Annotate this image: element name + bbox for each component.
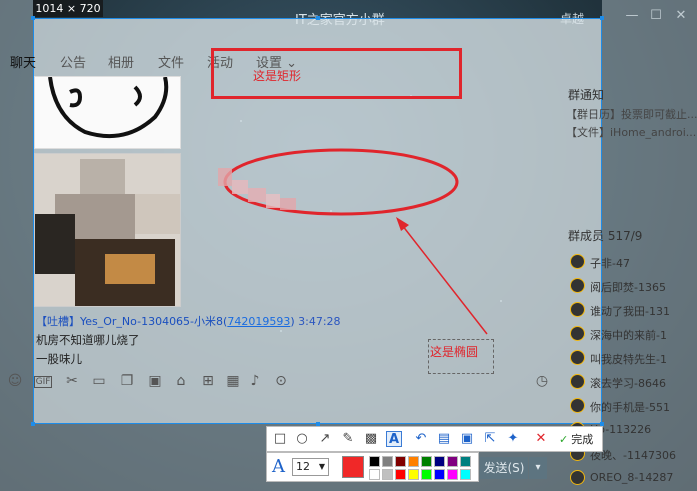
arrow-annotation[interactable] — [401, 224, 488, 335]
chevron-down-icon: ▼ — [318, 462, 325, 471]
save-tool-icon[interactable]: ▤ — [436, 431, 452, 447]
done-button[interactable]: ✓ 完成 — [559, 431, 593, 447]
screenshot-toolbar: □ ○ ↗ ✎ ▩ A ↶ ▤ ▣ ⇱ ✦ ✕ ✓ 完成 — [266, 426, 603, 452]
pin-tool-icon[interactable]: ▣ — [459, 431, 475, 447]
mosaic-block — [218, 168, 232, 186]
annotation-layer — [218, 148, 488, 335]
color-swatch[interactable] — [382, 469, 393, 480]
ellipse-annotation-label: 这是椭圆 — [430, 345, 479, 359]
color-swatch[interactable] — [421, 456, 432, 467]
text-tool-icon[interactable]: A — [386, 431, 402, 447]
mosaic-block — [266, 194, 280, 208]
color-swatch[interactable] — [395, 469, 406, 480]
color-swatch[interactable] — [447, 469, 458, 480]
font-icon: A — [272, 456, 285, 477]
mosaic-tool-icon[interactable]: ▩ — [363, 431, 379, 447]
share-tool-icon[interactable]: ⇱ — [482, 431, 498, 447]
mosaic-block — [248, 188, 266, 202]
color-swatch[interactable] — [447, 456, 458, 467]
color-swatch[interactable] — [408, 469, 419, 480]
undo-tool-icon[interactable]: ↶ — [413, 431, 429, 447]
color-swatch[interactable] — [395, 456, 406, 467]
color-swatch[interactable] — [434, 469, 445, 480]
ellipse-tool-icon[interactable]: ○ — [294, 431, 310, 447]
mosaic-block — [232, 180, 248, 194]
bookmark-tool-icon[interactable]: ✦ — [505, 431, 521, 447]
send-button[interactable]: 发送(S) — [480, 457, 528, 479]
color-swatch[interactable] — [382, 456, 393, 467]
check-icon: ✓ — [559, 433, 569, 446]
color-swatch[interactable] — [421, 469, 432, 480]
mosaic-block — [280, 198, 296, 210]
done-label: 完成 — [571, 433, 594, 446]
arrow-tool-icon[interactable]: ↗ — [317, 431, 333, 447]
color-swatch[interactable] — [369, 469, 380, 480]
color-swatch[interactable] — [369, 456, 380, 467]
font-size-value: 12 — [296, 460, 310, 473]
font-size-select[interactable]: 12 ▼ — [292, 458, 329, 476]
send-options-button[interactable]: ▾ — [529, 457, 547, 479]
color-swatch[interactable] — [434, 456, 445, 467]
brush-tool-icon[interactable]: ✎ — [340, 431, 356, 447]
arrow-head-icon — [396, 217, 409, 231]
ellipse-annotation[interactable] — [223, 148, 459, 216]
color-swatch[interactable] — [460, 456, 471, 467]
color-swatch[interactable] — [460, 469, 471, 480]
current-color-swatch[interactable] — [342, 456, 364, 478]
color-swatch[interactable] — [408, 456, 419, 467]
rect-tool-icon[interactable]: □ — [272, 431, 288, 447]
cancel-tool-icon[interactable]: ✕ — [533, 431, 549, 447]
text-style-toolbar: A 12 ▼ — [266, 452, 479, 482]
